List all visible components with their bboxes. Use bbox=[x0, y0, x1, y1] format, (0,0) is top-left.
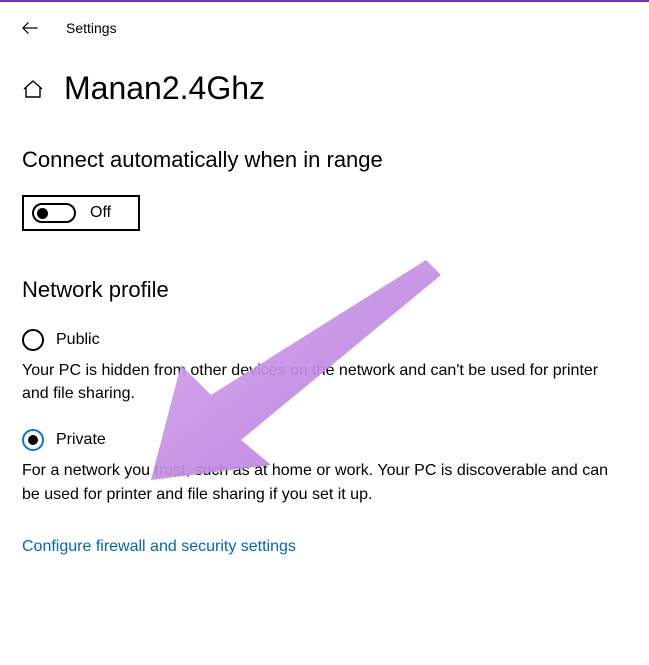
private-description: For a network you trust, such as at home… bbox=[22, 459, 612, 505]
header-title: Settings bbox=[66, 20, 117, 36]
network-profile-heading: Network profile bbox=[22, 277, 627, 303]
radio-label-public: Public bbox=[56, 331, 100, 349]
radio-label-private: Private bbox=[56, 431, 106, 449]
radio-private[interactable]: Private bbox=[22, 429, 627, 451]
auto-connect-toggle[interactable]: Off bbox=[22, 195, 140, 231]
radio-public[interactable]: Public bbox=[22, 329, 627, 351]
radio-dot bbox=[28, 435, 38, 445]
public-description: Your PC is hidden from other devices on … bbox=[22, 359, 612, 405]
toggle-track bbox=[32, 203, 76, 223]
radio-circle-public bbox=[22, 329, 44, 351]
home-icon bbox=[22, 78, 44, 100]
toggle-knob bbox=[37, 208, 48, 219]
network-name-title: Manan2.4Ghz bbox=[64, 70, 265, 107]
auto-connect-heading: Connect automatically when in range bbox=[0, 115, 649, 181]
toggle-state-label: Off bbox=[90, 204, 111, 222]
radio-circle-private bbox=[22, 429, 44, 451]
back-button[interactable] bbox=[22, 20, 38, 36]
firewall-link[interactable]: Configure firewall and security settings bbox=[0, 530, 649, 556]
